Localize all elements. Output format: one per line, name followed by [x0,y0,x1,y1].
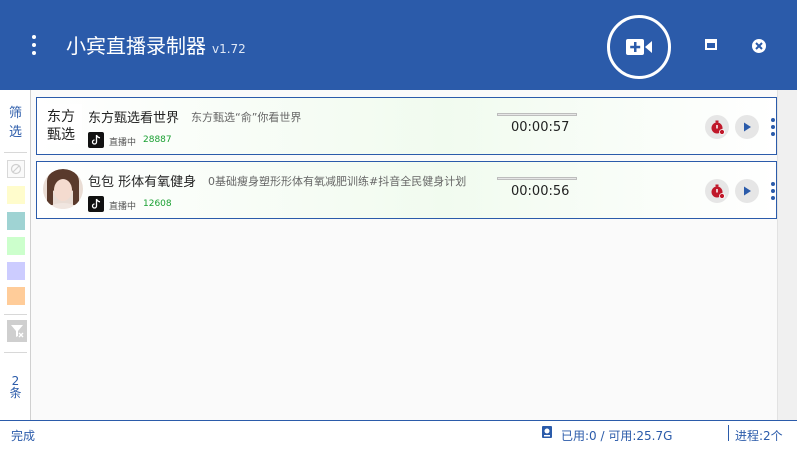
color-filter-yellow[interactable] [7,186,25,204]
disk-icon [542,426,552,438]
stopwatch-icon [711,184,725,199]
clear-filter-icon[interactable] [7,160,25,178]
stream-name: 东方甄选看世界 [88,111,180,126]
color-filter-teal[interactable] [7,212,25,230]
douyin-icon [88,132,104,148]
disk-usage: 已用:0 / 可用:25.7G [561,429,673,443]
divider [728,425,729,441]
stream-list: 东方 甄选 东方甄选看世界 东方甄选“俞”你看世界 直播中 28887 00:0… [31,90,797,420]
filter-sidebar: 筛 选 2 条 [0,90,31,420]
stream-name: 包包 形体有氧健身 [88,175,197,190]
app-version: v1.72 [212,42,246,56]
status-bar: 完成 已用:0 / 可用:25.7G 进程:2个 [0,420,797,450]
play-icon [744,122,751,132]
live-status: 直播中 [109,138,137,148]
play-button[interactable] [735,179,759,203]
item-count: 2 条 [0,375,31,399]
record-timer: 00:00:56 [511,184,570,199]
stream-description: 东方甄选“俞”你看世界 [191,111,302,124]
scrollbar[interactable] [777,90,797,420]
divider [4,314,27,315]
record-progress-bar [497,177,577,180]
live-status: 直播中 [109,202,137,212]
item-count-unit: 条 [9,386,22,400]
app-window: 小宾直播录制器 v1.72 筛 选 2 条 东方 甄选 东方甄选看世界 东方甄选… [0,0,797,450]
play-icon [744,186,751,196]
svg-text:东方: 东方 [47,109,75,125]
color-filter-green[interactable] [7,237,25,255]
color-filter-lavender[interactable] [7,262,25,280]
record-timer: 00:00:57 [511,120,570,135]
play-button[interactable] [735,115,759,139]
filter-label[interactable]: 筛 选 [0,104,31,142]
divider [4,352,27,353]
viewer-count: 12608 [143,199,172,209]
process-count: 进程:2个 [735,429,783,443]
record-progress-bar [497,113,577,116]
maximize-icon[interactable] [703,37,719,53]
menu-icon[interactable] [24,33,44,59]
stream-card[interactable]: 东方 甄选 东方甄选看世界 东方甄选“俞”你看世界 直播中 28887 00:0… [36,97,777,155]
stopwatch-icon [711,120,725,135]
stream-card[interactable]: 包包 形体有氧健身 0基础瘦身塑形形体有氧减肥训练#抖音全民健身计划 直播中 1… [36,161,777,219]
add-stream-button[interactable] [607,15,671,79]
avatar [43,169,83,209]
stop-record-button[interactable] [705,179,729,203]
stream-description: 0基础瘦身塑形形体有氧减肥训练#抖音全民健身计划 [208,175,467,188]
status-text: 完成 [11,429,36,443]
filter-label-char-1: 筛 [8,106,22,121]
video-add-icon [626,39,652,55]
more-options-icon[interactable] [769,180,777,202]
douyin-icon [88,196,104,212]
close-icon[interactable] [750,37,768,55]
stop-record-button[interactable] [705,115,729,139]
svg-text:甄选: 甄选 [47,127,75,143]
filter-label-char-2: 选 [8,125,22,140]
more-options-icon[interactable] [769,116,777,138]
avatar: 东方 甄选 [44,104,82,144]
divider [4,152,27,153]
title-bar: 小宾直播录制器 v1.72 [0,0,797,90]
app-title-text: 小宾直播录制器 [66,34,206,58]
filter-funnel-icon[interactable] [7,320,27,342]
app-title: 小宾直播录制器 v1.72 [66,33,246,62]
color-filter-orange[interactable] [7,287,25,305]
viewer-count: 28887 [143,135,172,145]
